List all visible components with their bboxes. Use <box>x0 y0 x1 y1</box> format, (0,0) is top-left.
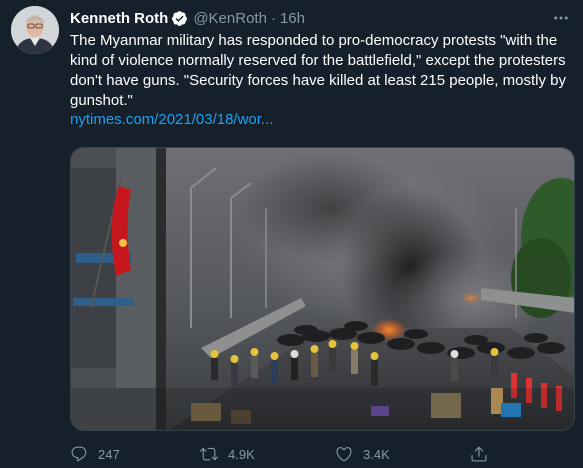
retweet-icon <box>200 447 218 461</box>
retweet-count: 4.9K <box>228 446 255 462</box>
verified-badge-icon <box>171 10 188 27</box>
share-button[interactable] <box>470 445 488 463</box>
tweet-actions: 247 4.9K 3.4K <box>70 443 540 465</box>
article-link[interactable]: nytimes.com/2021/03/18/wor... <box>70 110 273 130</box>
protest-photo <box>71 148 574 430</box>
author-handle[interactable]: @KenRoth <box>193 10 267 27</box>
share-icon <box>471 446 487 462</box>
like-icon <box>336 447 352 462</box>
like-count: 3.4K <box>363 446 390 462</box>
retweet-button[interactable]: 4.9K <box>200 445 335 463</box>
reply-icon <box>71 446 87 462</box>
more-button[interactable] <box>551 8 571 28</box>
tweet[interactable]: Kenneth Roth @KenRoth · 16h The Myanmar … <box>0 0 583 468</box>
tweet-text: The Myanmar military has responded to pr… <box>70 32 566 109</box>
tweet-header: Kenneth Roth @KenRoth · 16h <box>70 7 543 29</box>
reply-count: 247 <box>98 446 120 462</box>
author-name[interactable]: Kenneth Roth <box>70 10 168 27</box>
avatar[interactable] <box>11 6 59 54</box>
tweet-media[interactable] <box>70 147 575 431</box>
reply-button[interactable]: 247 <box>70 445 200 463</box>
tweet-time[interactable]: 16h <box>280 10 305 27</box>
more-icon <box>554 16 568 20</box>
avatar-photo <box>11 6 59 54</box>
separator-dot: · <box>270 9 276 27</box>
like-button[interactable]: 3.4K <box>335 445 470 463</box>
